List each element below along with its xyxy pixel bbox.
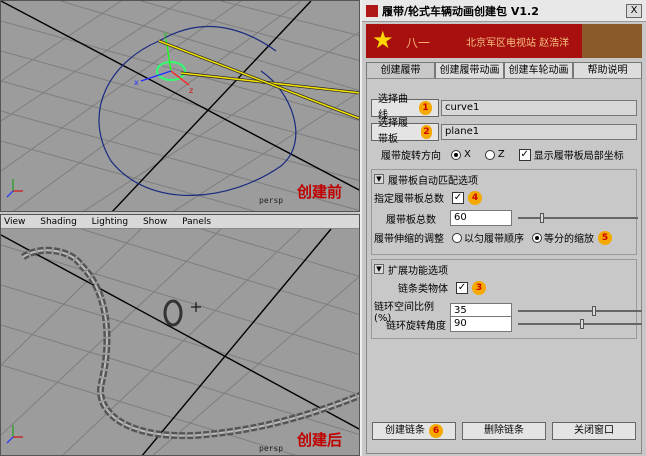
before-label: 创建前 — [297, 183, 343, 201]
show-pivot-label: 显示履带板局部坐标 — [533, 151, 624, 162]
banner-left-text: 八一 — [406, 36, 431, 50]
select-plank-button[interactable]: 选择履带板 2 — [371, 118, 439, 145]
window-title: 履带/轮式车辆动画创建包 V1.2 — [382, 4, 539, 18]
select-curve-button[interactable]: 选择曲线 1 — [371, 94, 439, 121]
delete-chain-button[interactable]: 删除链条 — [462, 422, 546, 440]
rotation-label: 履带旋转方向 — [381, 151, 441, 162]
badge-4: 4 — [468, 190, 482, 205]
fit-mode-label: 履带伸缩的调整 — [374, 234, 444, 245]
plank-field[interactable]: plane1 — [441, 124, 637, 140]
star-icon: ★ — [372, 26, 394, 54]
angle-field[interactable]: 90 — [450, 316, 512, 332]
tab-track-animation[interactable]: 创建履带动画 — [435, 62, 504, 78]
badge-3: 3 — [472, 280, 486, 295]
tab-create-track[interactable]: 创建履带 — [366, 62, 435, 78]
after-label: 创建后 — [297, 431, 343, 449]
svg-text:z: z — [189, 86, 193, 95]
angle-slider[interactable] — [518, 319, 642, 329]
auto-fit-header: 履带板自动匹配选项 — [388, 175, 478, 187]
svg-text:x: x — [134, 78, 139, 87]
create-chain-label: 创建链条 — [385, 425, 425, 436]
menu-shading[interactable]: Shading — [40, 217, 77, 227]
ratio-slider[interactable] — [518, 306, 642, 316]
collapse-icon[interactable]: ▼ — [374, 174, 384, 184]
fit-mode-radio-2[interactable] — [532, 232, 542, 243]
chain-checkbox[interactable]: ✓ — [456, 281, 468, 294]
viewport-after[interactable]: View Shading Lighting Show Panels 创建后 pe… — [0, 214, 360, 456]
grid-after — [1, 215, 359, 455]
total-field[interactable]: 60 — [450, 210, 512, 226]
auto-fit-section: ▼ 履带板自动匹配选项 指定履带板总数 ✓ 4 履带板总数 60 履带伸缩的调整… — [371, 169, 638, 255]
radio-x[interactable] — [451, 149, 461, 160]
tank-image — [582, 24, 642, 58]
angle-slider-thumb[interactable] — [580, 319, 584, 329]
viewport-menubar: View Shading Lighting Show Panels — [1, 215, 359, 229]
plugin-window: 履带/轮式车辆动画创建包 V1.2 X ★ 八一 北京军区电视站 赵浩洋 创建履… — [360, 0, 646, 456]
svg-text:y: y — [163, 30, 168, 39]
radio-x-label: X — [464, 149, 471, 160]
badge-2: 2 — [421, 125, 432, 139]
radio-z[interactable] — [484, 149, 495, 160]
menu-lighting[interactable]: Lighting — [92, 217, 128, 227]
specify-count-checkbox[interactable]: ✓ — [452, 191, 464, 204]
camera-label: persp — [259, 444, 284, 453]
tab-wheel-animation[interactable]: 创建车轮动画 — [504, 62, 573, 78]
camera-label: persp — [259, 196, 284, 205]
create-chain-button[interactable]: 创建链条 6 — [372, 422, 456, 440]
banner: ★ 八一 北京军区电视站 赵浩洋 — [366, 24, 642, 58]
radio-z-label: Z — [497, 149, 505, 160]
badge-1: 1 — [419, 101, 432, 115]
title-bar: 履带/轮式车辆动画创建包 V1.2 X — [362, 0, 646, 22]
ratio-slider-thumb[interactable] — [592, 306, 597, 316]
total-slider[interactable] — [518, 213, 638, 223]
total-label: 履带板总数 — [386, 214, 436, 226]
close-window-button[interactable]: 关闭窗口 — [552, 422, 636, 440]
chain-label: 链条类物体 — [398, 284, 448, 295]
tab-help[interactable]: 帮助说明 — [573, 62, 642, 78]
collapse-icon[interactable]: ▼ — [374, 264, 384, 274]
angle-label: 链环旋转角度 — [386, 320, 446, 332]
badge-5: 5 — [598, 230, 612, 245]
fit-mode-option-2: 等分的缩放 — [544, 234, 594, 245]
total-slider-thumb[interactable] — [539, 213, 544, 223]
extra-header: 扩展功能选项 — [388, 265, 448, 277]
select-plank-label: 选择履带板 — [378, 118, 408, 145]
show-pivot-checkbox[interactable]: ✓ — [518, 148, 531, 161]
viewport-before[interactable]: y x z 创建前 persp — [0, 0, 360, 212]
close-icon[interactable]: X — [626, 3, 642, 18]
tab-bar: 创建履带 创建履带动画 创建车轮动画 帮助说明 — [366, 62, 642, 78]
menu-view[interactable]: View — [4, 217, 25, 227]
app-icon — [366, 4, 378, 17]
menu-show[interactable]: Show — [143, 217, 167, 227]
curve-field[interactable]: curve1 — [441, 100, 637, 116]
badge-6: 6 — [429, 424, 443, 438]
fit-mode-radio-1[interactable] — [452, 232, 462, 243]
specify-count-label: 指定履带板总数 — [374, 194, 444, 205]
banner-right-text: 北京军区电视站 赵浩洋 — [466, 38, 570, 49]
create-track-panel: 选择曲线 1 curve1 选择履带板 2 plane1 履带旋转方向 X Z … — [366, 78, 642, 454]
extra-section: ▼ 扩展功能选项 链条类物体 ✓ 3 链环空间比例(%) 35 链环旋转角度 9… — [371, 259, 642, 339]
fit-mode-option-1: 以匀履带顺序 — [464, 234, 524, 245]
menu-panels[interactable]: Panels — [182, 217, 211, 227]
